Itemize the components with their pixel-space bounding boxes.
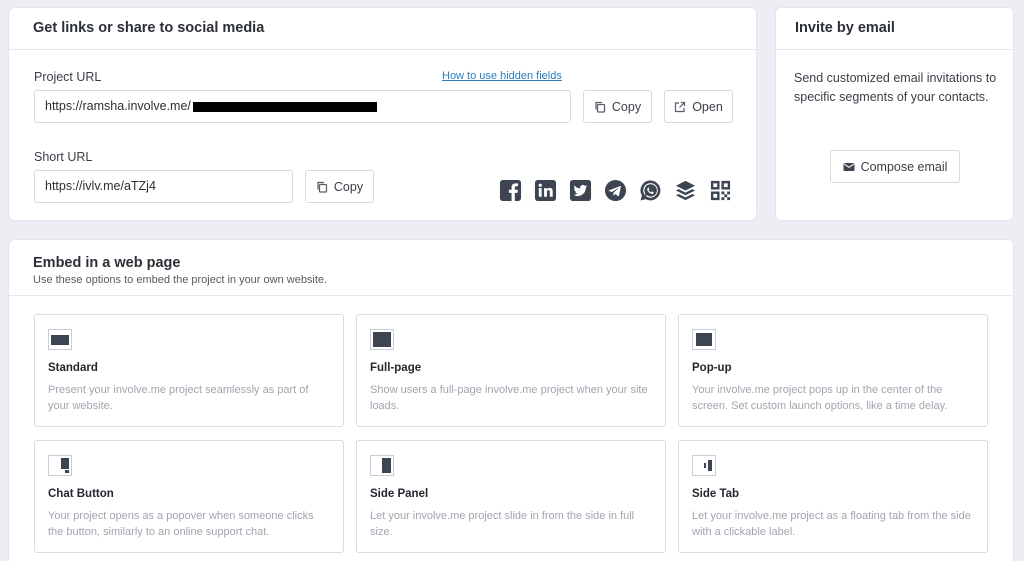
standard-embed-icon xyxy=(48,329,72,350)
embed-card-subtitle: Use these options to embed the project i… xyxy=(33,274,328,286)
social-share-icons xyxy=(497,177,733,203)
embed-card-title: Embed in a web page xyxy=(33,255,181,271)
embed-option-desc: Show users a full-page involve.me projec… xyxy=(370,384,648,412)
qr-code-icon[interactable] xyxy=(707,177,733,203)
copy-label: Copy xyxy=(611,99,642,114)
invite-card: Invite by email Send customized email in… xyxy=(775,7,1014,221)
embed-option-full-page[interactable]: Full-page Show users a full-page involve… xyxy=(356,314,666,427)
envelope-icon xyxy=(843,162,855,171)
embed-option-title: Standard xyxy=(48,362,98,374)
buffer-icon[interactable] xyxy=(672,177,698,203)
embed-option-title: Pop-up xyxy=(692,362,732,374)
share-card-title: Get links or share to social media xyxy=(33,20,265,36)
open-project-url-button[interactable]: Open xyxy=(664,90,733,123)
embed-option-desc: Let your involve.me project as a floatin… xyxy=(692,510,971,538)
copy-short-url-button[interactable]: Copy xyxy=(305,170,374,203)
facebook-icon[interactable] xyxy=(497,177,523,203)
telegram-icon[interactable] xyxy=(602,177,628,203)
external-link-icon xyxy=(675,101,686,112)
embed-option-desc: Let your involve.me project slide in fro… xyxy=(370,510,635,538)
compose-email-button[interactable]: Compose email xyxy=(830,150,960,183)
embed-option-standard[interactable]: Standard Present your involve.me project… xyxy=(34,314,344,427)
share-card-header: Get links or share to social media xyxy=(9,8,756,50)
short-url-value: https://ivlv.me/aTZj4 xyxy=(45,179,156,193)
project-url-field[interactable]: https://ramsha.involve.me/ xyxy=(34,90,571,123)
invite-description: Send customized email invitations to spe… xyxy=(794,71,997,104)
embed-option-desc: Present your involve.me project seamless… xyxy=(48,384,309,412)
embed-option-side-panel[interactable]: Side Panel Let your involve.me project s… xyxy=(356,440,666,553)
side-panel-embed-icon xyxy=(370,455,394,476)
copy-icon xyxy=(317,181,328,193)
project-url-label: Project URL xyxy=(34,70,102,84)
embed-option-desc: Your involve.me project pops up in the c… xyxy=(692,384,948,412)
short-url-label: Short URL xyxy=(34,150,93,164)
linkedin-icon[interactable] xyxy=(532,177,558,203)
invite-card-header: Invite by email xyxy=(776,8,1013,50)
embed-option-pop-up[interactable]: Pop-up Your involve.me project pops up i… xyxy=(678,314,988,427)
copy-label: Copy xyxy=(333,179,364,194)
embed-option-title: Side Tab xyxy=(692,488,740,500)
short-url-field[interactable]: https://ivlv.me/aTZj4 xyxy=(34,170,293,203)
embed-option-chat-button[interactable]: Chat Button Your project opens as a popo… xyxy=(34,440,344,553)
project-url-value: https://ramsha.involve.me/ xyxy=(45,99,191,113)
hidden-fields-link[interactable]: How to use hidden fields xyxy=(442,70,562,82)
redacted-block xyxy=(192,101,377,112)
full-page-embed-icon xyxy=(370,329,394,350)
twitter-icon[interactable] xyxy=(567,177,593,203)
pop-up-embed-icon xyxy=(692,329,716,350)
open-label: Open xyxy=(692,99,723,114)
side-tab-embed-icon xyxy=(692,455,716,476)
chat-button-embed-icon xyxy=(48,455,72,476)
copy-project-url-button[interactable]: Copy xyxy=(583,90,652,123)
embed-option-desc: Your project opens as a popover when som… xyxy=(48,510,314,538)
whatsapp-icon[interactable] xyxy=(637,177,663,203)
copy-icon xyxy=(595,101,606,113)
invite-card-title: Invite by email xyxy=(795,20,895,36)
share-card: Get links or share to social media Proje… xyxy=(8,7,757,221)
embed-option-title: Chat Button xyxy=(48,488,114,500)
embed-card-header: Embed in a web page Use these options to… xyxy=(9,240,1013,296)
compose-email-label: Compose email xyxy=(860,159,948,174)
embed-option-side-tab[interactable]: Side Tab Let your involve.me project as … xyxy=(678,440,988,553)
embed-option-title: Full-page xyxy=(370,362,422,374)
embed-option-title: Side Panel xyxy=(370,488,429,500)
embed-card: Embed in a web page Use these options to… xyxy=(8,239,1014,561)
